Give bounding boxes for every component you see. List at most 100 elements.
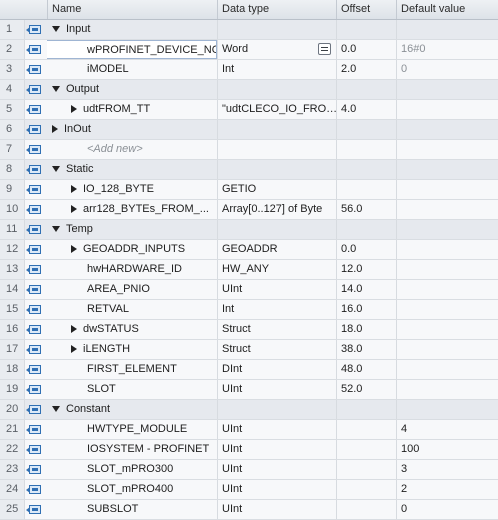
name-cell[interactable]: udtFROM_TT: [47, 100, 217, 119]
table-row[interactable]: 14 AREA_PNIO UInt 14.0: [0, 280, 498, 300]
data-type-cell[interactable]: [217, 140, 336, 159]
expand-arrow-icon[interactable]: [71, 205, 77, 214]
name-cell[interactable]: SLOT: [47, 380, 217, 399]
table-row[interactable]: 13 hwHARDWARE_ID HW_ANY 12.0: [0, 260, 498, 280]
data-type-cell[interactable]: HW_ANY: [217, 260, 336, 279]
default-value-cell[interactable]: [396, 240, 498, 259]
name-cell[interactable]: InOut: [47, 120, 217, 139]
table-row[interactable]: 2 wPROFINET_DEVICE_NO Word 0.0 16#0: [0, 40, 498, 60]
table-row[interactable]: 12 GEOADDR_INPUTS GEOADDR 0.0: [0, 240, 498, 260]
data-type-cell[interactable]: UInt: [217, 380, 336, 399]
name-cell[interactable]: iLENGTH: [47, 340, 217, 359]
table-row[interactable]: 17 iLENGTH Struct 38.0: [0, 340, 498, 360]
data-type-cell[interactable]: "udtCLECO_IO_FRO…: [217, 100, 336, 119]
name-cell[interactable]: arr128_BYTEs_FROM_...: [47, 200, 217, 219]
default-value-cell[interactable]: 0: [396, 500, 498, 519]
collapse-arrow-icon[interactable]: [52, 26, 60, 33]
name-cell[interactable]: hwHARDWARE_ID: [47, 260, 217, 279]
default-value-cell[interactable]: [396, 220, 498, 239]
name-cell[interactable]: HWTYPE_MODULE: [47, 420, 217, 439]
default-value-cell[interactable]: [396, 340, 498, 359]
column-header-name[interactable]: Name: [47, 0, 217, 19]
default-value-cell[interactable]: [396, 380, 498, 399]
data-type-cell[interactable]: [217, 220, 336, 239]
collapse-arrow-icon[interactable]: [52, 86, 60, 93]
section-row[interactable]: 4 Output: [0, 80, 498, 100]
name-cell[interactable]: dwSTATUS: [47, 320, 217, 339]
table-row[interactable]: 16 dwSTATUS Struct 18.0: [0, 320, 498, 340]
column-header-data-type[interactable]: Data type: [217, 0, 336, 19]
data-type-cell[interactable]: UInt: [217, 460, 336, 479]
column-header-default-value[interactable]: Default value: [396, 0, 498, 19]
data-type-cell[interactable]: UInt: [217, 280, 336, 299]
name-cell[interactable]: Output: [47, 80, 217, 99]
collapse-arrow-icon[interactable]: [52, 226, 60, 233]
add-new-row[interactable]: 7 <Add new>: [0, 140, 498, 160]
data-type-cell[interactable]: Int: [217, 300, 336, 319]
default-value-cell[interactable]: [396, 260, 498, 279]
default-value-cell[interactable]: 0: [396, 60, 498, 79]
name-cell[interactable]: <Add new>: [47, 140, 217, 159]
expand-arrow-icon[interactable]: [71, 345, 77, 354]
default-value-cell[interactable]: [396, 80, 498, 99]
data-type-cell[interactable]: Struct: [217, 340, 336, 359]
data-type-cell[interactable]: UInt: [217, 440, 336, 459]
table-row[interactable]: 5 udtFROM_TT "udtCLECO_IO_FRO… 4.0: [0, 100, 498, 120]
expand-arrow-icon[interactable]: [71, 105, 77, 114]
default-value-cell[interactable]: [396, 20, 498, 39]
section-row[interactable]: 20 Constant: [0, 400, 498, 420]
browse-type-icon[interactable]: [318, 43, 331, 55]
default-value-cell[interactable]: [396, 360, 498, 379]
default-value-cell[interactable]: [396, 280, 498, 299]
data-type-cell[interactable]: [217, 80, 336, 99]
name-cell[interactable]: AREA_PNIO: [47, 280, 217, 299]
name-cell[interactable]: Constant: [47, 400, 217, 419]
default-value-cell[interactable]: 16#0: [396, 40, 498, 59]
name-cell[interactable]: SLOT_mPRO300: [47, 460, 217, 479]
section-row[interactable]: 8 Static: [0, 160, 498, 180]
data-type-cell[interactable]: UInt: [217, 480, 336, 499]
data-type-cell[interactable]: GETIO: [217, 180, 336, 199]
name-cell[interactable]: RETVAL: [47, 300, 217, 319]
default-value-cell[interactable]: [396, 320, 498, 339]
name-cell[interactable]: SUBSLOT: [47, 500, 217, 519]
data-type-cell[interactable]: Struct: [217, 320, 336, 339]
expand-arrow-icon[interactable]: [71, 325, 77, 334]
table-row[interactable]: 9 IO_128_BYTE GETIO: [0, 180, 498, 200]
data-type-cell[interactable]: Int: [217, 60, 336, 79]
name-cell[interactable]: GEOADDR_INPUTS: [47, 240, 217, 259]
table-row[interactable]: 23 SLOT_mPRO300 UInt 3: [0, 460, 498, 480]
default-value-cell[interactable]: [396, 160, 498, 179]
expand-arrow-icon[interactable]: [71, 185, 77, 194]
default-value-cell[interactable]: [396, 140, 498, 159]
name-cell[interactable]: iMODEL: [47, 60, 217, 79]
expand-arrow-icon[interactable]: [71, 245, 77, 254]
expand-arrow-icon[interactable]: [52, 125, 58, 134]
table-row[interactable]: 19 SLOT UInt 52.0: [0, 380, 498, 400]
data-type-cell[interactable]: Array[0..127] of Byte: [217, 200, 336, 219]
default-value-cell[interactable]: 3: [396, 460, 498, 479]
data-type-cell[interactable]: DInt: [217, 360, 336, 379]
table-row[interactable]: 15 RETVAL Int 16.0: [0, 300, 498, 320]
default-value-cell[interactable]: [396, 180, 498, 199]
data-type-cell[interactable]: [217, 400, 336, 419]
default-value-cell[interactable]: 2: [396, 480, 498, 499]
table-row[interactable]: 22 IOSYSTEM - PROFINET UInt 100: [0, 440, 498, 460]
name-cell[interactable]: SLOT_mPRO400: [47, 480, 217, 499]
name-cell[interactable]: Static: [47, 160, 217, 179]
default-value-cell[interactable]: [396, 400, 498, 419]
default-value-cell[interactable]: 100: [396, 440, 498, 459]
default-value-cell[interactable]: 4: [396, 420, 498, 439]
data-type-cell[interactable]: UInt: [217, 420, 336, 439]
default-value-cell[interactable]: [396, 300, 498, 319]
data-type-cell[interactable]: GEOADDR: [217, 240, 336, 259]
table-row[interactable]: 24 SLOT_mPRO400 UInt 2: [0, 480, 498, 500]
table-row[interactable]: 21 HWTYPE_MODULE UInt 4: [0, 420, 498, 440]
name-cell[interactable]: FIRST_ELEMENT: [47, 360, 217, 379]
name-cell[interactable]: wPROFINET_DEVICE_NO: [47, 40, 217, 59]
table-row[interactable]: 18 FIRST_ELEMENT DInt 48.0: [0, 360, 498, 380]
default-value-cell[interactable]: [396, 200, 498, 219]
collapse-arrow-icon[interactable]: [52, 406, 60, 413]
data-type-cell[interactable]: [217, 160, 336, 179]
name-cell[interactable]: Temp: [47, 220, 217, 239]
